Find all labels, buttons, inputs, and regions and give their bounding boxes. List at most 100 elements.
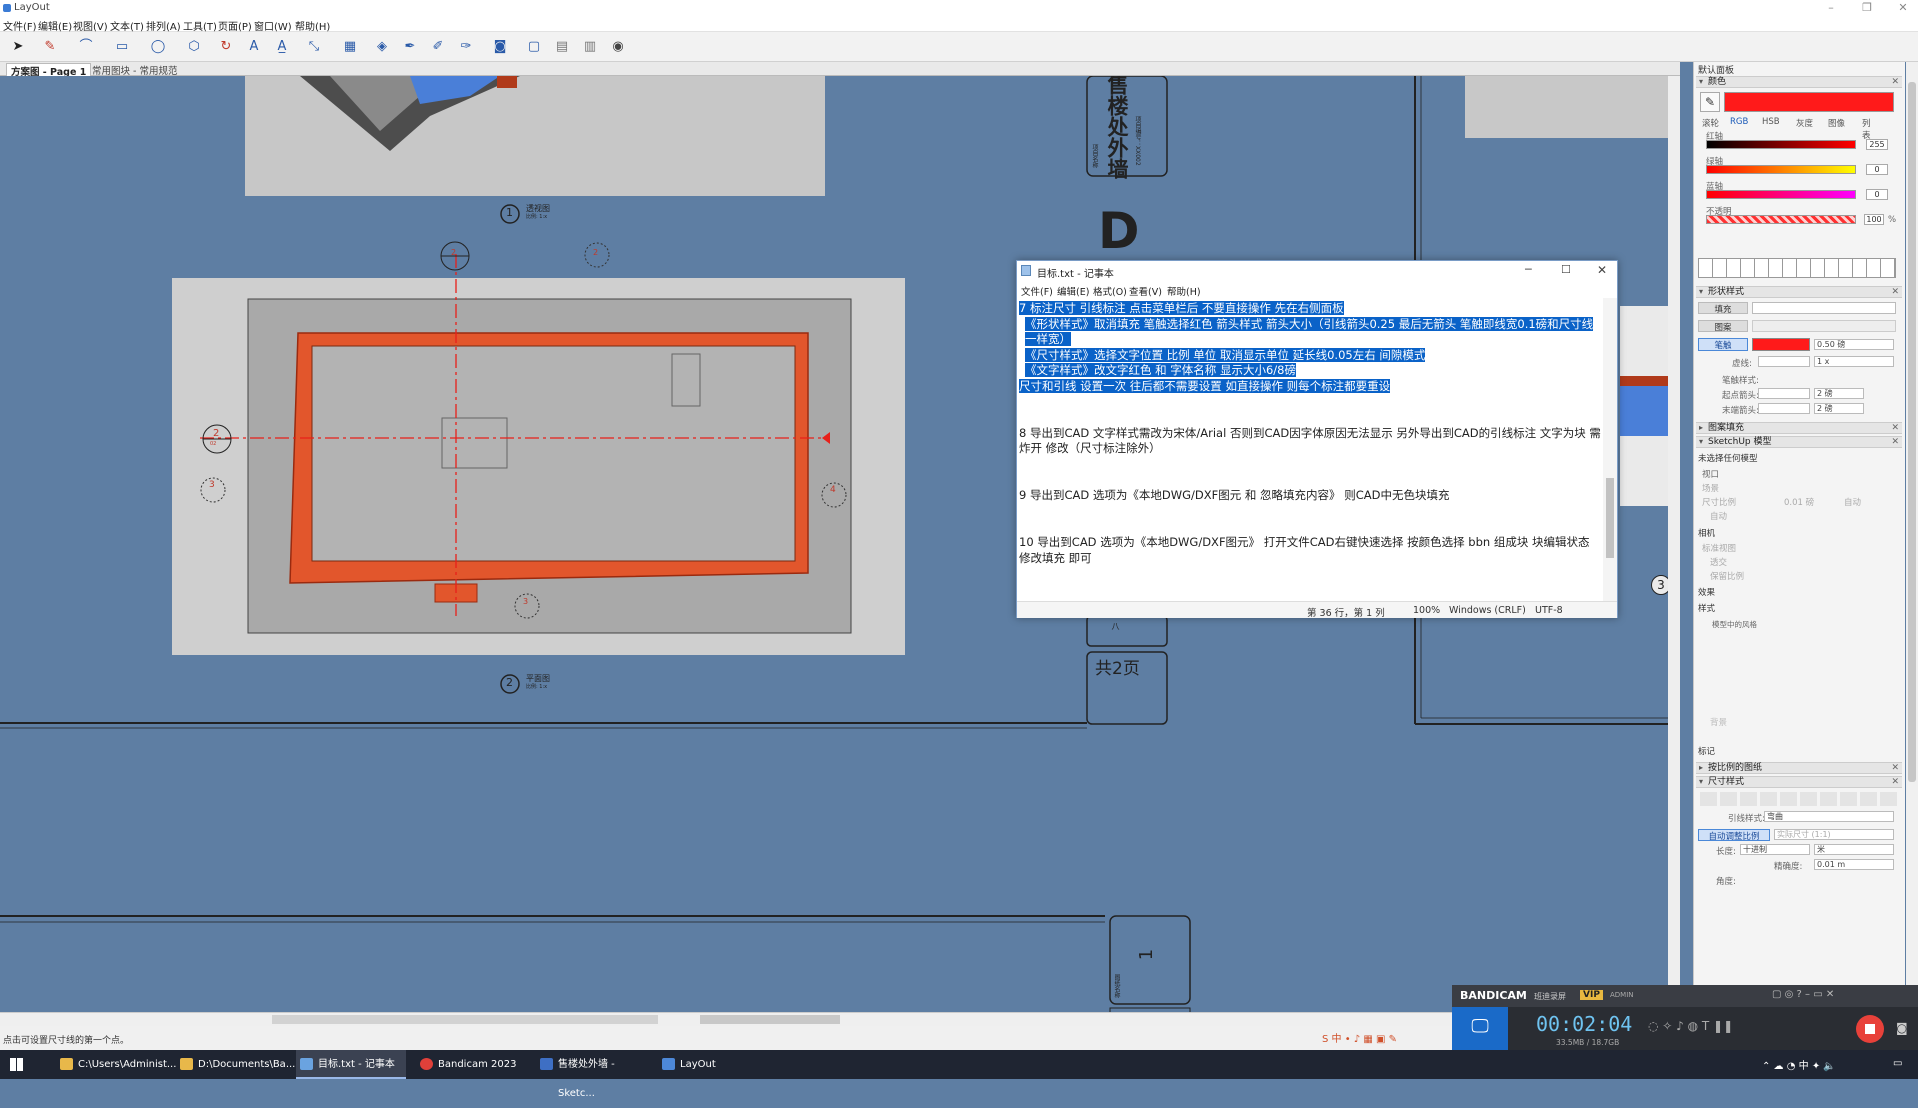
blue-slider[interactable] [1706, 190, 1856, 199]
style-tool-icon[interactable]: ✒ [400, 37, 420, 57]
dash-select[interactable] [1758, 356, 1810, 367]
blue-value[interactable]: 0 [1866, 189, 1888, 200]
effect-label[interactable]: 效果 [1698, 586, 1715, 598]
section-dimension-style[interactable]: 尺寸样式✕ [1696, 776, 1902, 788]
close-button[interactable]: ✕ [1888, 0, 1918, 16]
ime-toolbar-icon[interactable]: S 中 • ♪ ▦ ▣ ✎ [1322, 1030, 1397, 1045]
pattern-button[interactable]: 图案 [1698, 320, 1748, 333]
green-value[interactable]: 0 [1866, 164, 1888, 175]
section-color[interactable]: 颜色✕ [1696, 76, 1902, 88]
arc-tool-icon[interactable]: ⌒ [76, 37, 96, 57]
start-icon[interactable] [10, 1058, 23, 1071]
canvas-vertical-scrollbar[interactable] [1668, 76, 1680, 1012]
style-label[interactable]: 样式 [1698, 602, 1715, 614]
auto-checkbox-label[interactable]: 自动 [1710, 510, 1727, 522]
notepad-menu-view[interactable]: 查看(V) [1129, 284, 1162, 298]
opacity-value[interactable]: 100 [1864, 214, 1884, 225]
taskbar-item-layout[interactable]: LayOut [658, 1050, 734, 1079]
system-tray-icons[interactable]: ⌃ ☁ ◔ 中 ✦ 🔈 [1762, 1057, 1836, 1072]
section-sketchup-model[interactable]: SketchUp 模型✕ [1696, 436, 1902, 448]
notepad-menu-help[interactable]: 帮助(H) [1167, 284, 1201, 298]
dimension-text-position-buttons[interactable] [1700, 792, 1900, 806]
length-unit-select[interactable]: 十进制 [1740, 844, 1810, 855]
minimize-button[interactable]: – [1816, 0, 1846, 16]
tag-label[interactable]: 标记 [1698, 745, 1715, 757]
tab-hsb[interactable]: HSB [1762, 117, 1780, 127]
notepad-maximize-icon[interactable]: ☐ [1561, 263, 1571, 276]
account-icon[interactable]: ◉ [608, 37, 628, 57]
notifications-icon[interactable]: ▭ [1893, 1058, 1902, 1069]
keep-ratio-label[interactable]: 保留比例 [1710, 570, 1744, 582]
notepad-menu-edit[interactable]: 编辑(E) [1057, 284, 1089, 298]
canvas-horizontal-scrollbar[interactable] [0, 1012, 1680, 1026]
menu-file[interactable]: 文件(F) [3, 18, 37, 33]
join-tool-icon[interactable]: ✑ [456, 37, 476, 57]
start-arrow-select[interactable] [1758, 388, 1810, 399]
green-slider[interactable] [1706, 165, 1856, 174]
auto-scale-button[interactable]: 自动调整比例 [1698, 829, 1770, 842]
stroke-width-select[interactable]: 0.50 磅 [1814, 339, 1894, 350]
perspective-label[interactable]: 透交 [1710, 556, 1727, 568]
eraser-tool-icon[interactable]: ◈ [372, 37, 392, 57]
section-pattern-fill[interactable]: 图案填充✕ [1696, 422, 1902, 434]
panel-scroll-thumb[interactable] [1908, 82, 1916, 782]
maximize-button[interactable]: ❐ [1852, 0, 1882, 16]
start-arrow-size[interactable]: 2 磅 [1814, 388, 1864, 399]
tab-wheel[interactable]: 滚轮 [1702, 117, 1719, 129]
delete-page-icon[interactable]: ▥ [580, 37, 600, 57]
bandicam-control-icons[interactable]: ◌ ✧ ♪ ◍ T ❚❚ [1648, 1019, 1733, 1033]
screen-mode-icon[interactable]: 🖵 [1452, 1007, 1508, 1050]
end-arrow-size[interactable]: 2 磅 [1814, 403, 1864, 414]
menu-view[interactable]: 视图(V) [73, 18, 108, 33]
notepad-close-icon[interactable]: ✕ [1597, 263, 1607, 277]
screen-present-icon[interactable]: ◙ [490, 37, 510, 57]
bandicam-window-controls[interactable]: ▢ ◎ ? – ▭ ✕ [1772, 989, 1834, 1000]
duplicate-page-icon[interactable]: ▤ [552, 37, 572, 57]
panel-scrollbar[interactable] [1906, 62, 1918, 1012]
red-slider[interactable] [1706, 140, 1856, 149]
dash-scale-select[interactable]: 1 x [1814, 356, 1894, 367]
line-tool-icon[interactable]: ✎ [40, 37, 60, 57]
opacity-slider[interactable] [1706, 215, 1856, 224]
end-arrow-select[interactable] [1758, 403, 1810, 414]
notepad-window[interactable]: 目标.txt - 记事本 ─ ☐ ✕ 文件(F) 编辑(E) 格式(O) 查看(… [1016, 260, 1618, 619]
length-unit2-select[interactable]: 米 [1814, 844, 1894, 855]
stroke-color-swatch[interactable] [1752, 338, 1810, 351]
taskbar-item-bandicam[interactable]: Bandicam 2023 [416, 1050, 526, 1079]
circle-tool-icon[interactable]: ◯ [148, 37, 168, 57]
menu-tools[interactable]: 工具(T) [183, 18, 217, 33]
taskbar-item-explorer2[interactable]: D:\Documents\Ba... [176, 1050, 295, 1079]
polygon-tool-icon[interactable]: ⬡ [184, 37, 204, 57]
menu-pages[interactable]: 页面(P) [218, 18, 252, 33]
camera-label[interactable]: 相机 [1698, 527, 1715, 539]
notepad-minimize-icon[interactable]: ─ [1525, 263, 1532, 276]
rectangle-tool-icon[interactable]: ▭ [112, 37, 132, 57]
red-value[interactable]: 255 [1866, 139, 1888, 150]
tab-list[interactable]: 列表 [1862, 117, 1872, 141]
eyedropper-icon[interactable]: ✎ [1700, 92, 1720, 112]
label-tool-icon[interactable]: A̲ [272, 37, 292, 57]
menu-text[interactable]: 文本(T) [110, 18, 144, 33]
pattern-swatch[interactable] [1752, 320, 1896, 332]
text-tool-icon[interactable]: A [244, 37, 264, 57]
leader-style-select[interactable]: 弯曲 [1764, 811, 1894, 822]
offset-tool-icon[interactable]: ↻ [216, 37, 236, 57]
taskbar-item-explorer1[interactable]: C:\Users\Administ... [56, 1050, 176, 1079]
hscroll-thumb-b[interactable] [700, 1015, 840, 1024]
notepad-text-area[interactable]: 7 标注尺寸 引线标注 点击菜单栏后 不要直接操作 先在右侧面板 《形状样式》取… [1019, 301, 1603, 601]
hscroll-thumb-a[interactable] [272, 1015, 658, 1024]
dimension-tool-icon[interactable]: ⤡ [304, 37, 324, 57]
tab-common-blocks[interactable]: 常用图块 - 常用规范 [88, 63, 181, 77]
stroke-button[interactable]: 笔触 [1698, 338, 1748, 351]
menu-window[interactable]: 窗口(W) [254, 18, 292, 33]
menu-help[interactable]: 帮助(H) [295, 18, 330, 33]
precision-select[interactable]: 0.01 m [1814, 859, 1894, 870]
tab-rgb[interactable]: RGB [1730, 117, 1748, 127]
notepad-menu-file[interactable]: 文件(F) [1021, 284, 1053, 298]
table-tool-icon[interactable]: ▦ [340, 37, 360, 57]
fill-swatch[interactable] [1752, 302, 1896, 314]
split-tool-icon[interactable]: ✐ [428, 37, 448, 57]
bandicam-widget[interactable]: BANDICAM 班迪录屏 VIP ADMIN ▢ ◎ ? – ▭ ✕ 🖵 00… [1452, 985, 1918, 1050]
menu-edit[interactable]: 编辑(E) [38, 18, 72, 33]
select-tool-icon[interactable]: ➤ [8, 37, 28, 57]
